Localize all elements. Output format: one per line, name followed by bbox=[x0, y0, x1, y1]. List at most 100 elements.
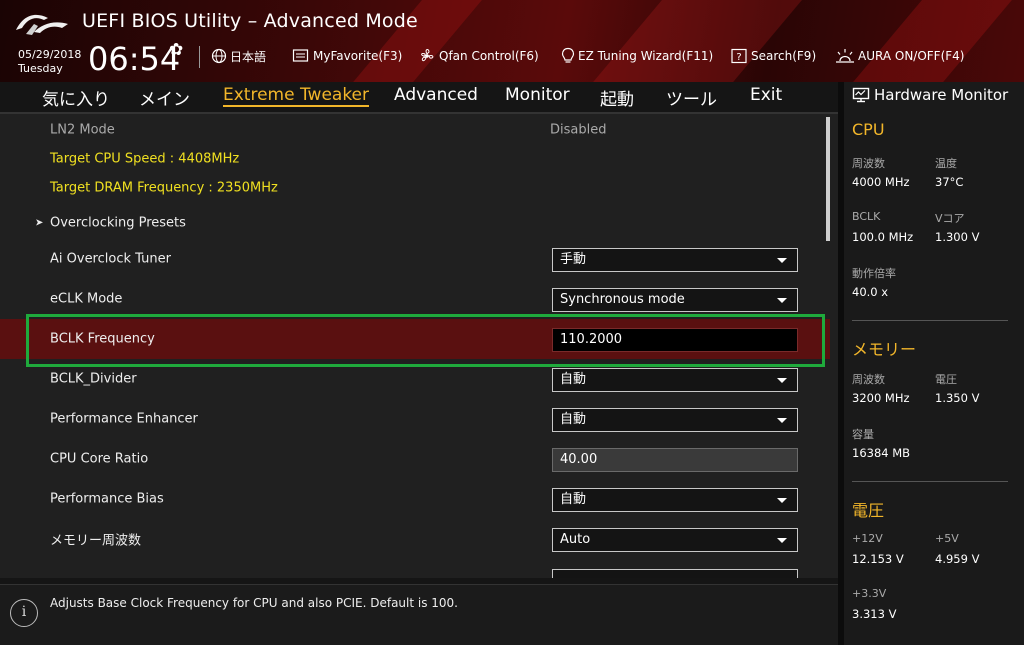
bclk-frequency-label: BCLK Frequency bbox=[50, 331, 155, 347]
app-title: UEFI BIOS Utility – Advanced Mode bbox=[82, 10, 418, 32]
performance-enhancer-label: Performance Enhancer bbox=[50, 411, 198, 427]
eclk-mode-dropdown[interactable]: Synchronous mode bbox=[552, 288, 798, 312]
target-dram-frequency-text: Target DRAM Frequency : 2350MHz bbox=[50, 180, 278, 196]
bclk-divider-label: BCLK_Divider bbox=[50, 371, 137, 387]
hw-mem-volt-value: 1.350 V bbox=[935, 391, 980, 405]
myfavorite-button[interactable]: MyFavorite(F3) bbox=[292, 46, 402, 66]
tab-favorites[interactable]: 気に入り bbox=[42, 85, 110, 110]
settings-scrollbar[interactable] bbox=[826, 117, 830, 241]
date-text: 05/29/2018 bbox=[18, 48, 82, 61]
setting-row-bclk-divider[interactable]: BCLK_Divider 自動 bbox=[0, 359, 830, 399]
header-bar: UEFI BIOS Utility – Advanced Mode 05/29/… bbox=[0, 0, 1024, 82]
search-button[interactable]: ? Search(F9) bbox=[731, 46, 816, 66]
language-button[interactable]: 日本語 bbox=[211, 46, 266, 66]
hw-cpu-freq-label: 周波数 bbox=[852, 157, 885, 170]
info-icon: i bbox=[10, 599, 38, 627]
date-display: 05/29/2018 Tuesday bbox=[18, 48, 81, 76]
myfavorite-label: MyFavorite(F3) bbox=[313, 49, 403, 63]
aura-icon bbox=[836, 49, 854, 63]
hw-cpu-bclk-label: BCLK bbox=[852, 210, 881, 223]
hw-12v-label: +12V bbox=[852, 532, 883, 545]
tab-monitor[interactable]: Monitor bbox=[505, 85, 570, 105]
hw-cpu-vcore-label: Vコア bbox=[935, 212, 965, 225]
chevron-down-icon bbox=[777, 418, 787, 423]
hw-5v-value: 4.959 V bbox=[935, 552, 980, 566]
ai-overclock-tuner-dropdown[interactable]: 手動 bbox=[552, 248, 798, 272]
memory-frequency-dropdown[interactable]: Auto bbox=[552, 528, 798, 552]
performance-bias-value: 自動 bbox=[560, 492, 587, 507]
ez-tuning-wizard-button[interactable]: EZ Tuning Wizard(F11) bbox=[561, 46, 713, 66]
gear-icon[interactable]: ✿ bbox=[169, 40, 183, 60]
memory-frequency-value: Auto bbox=[560, 532, 591, 547]
rog-logo-icon bbox=[16, 14, 68, 35]
performance-bias-dropdown[interactable]: 自動 bbox=[552, 488, 798, 512]
tab-main[interactable]: メイン bbox=[139, 85, 190, 110]
performance-enhancer-dropdown[interactable]: 自動 bbox=[552, 408, 798, 432]
hardware-monitor-title: Hardware Monitor bbox=[852, 86, 1008, 104]
cpu-core-ratio-field: 40.00 bbox=[552, 448, 798, 472]
hw-voltage-title: 電圧 bbox=[852, 501, 885, 520]
hardware-monitor-label: Hardware Monitor bbox=[874, 86, 1009, 104]
tab-exit[interactable]: Exit bbox=[750, 85, 782, 105]
qfan-control-button[interactable]: Qfan Control(F6) bbox=[418, 46, 539, 66]
hw-5v-label: +5V bbox=[935, 532, 959, 545]
next-setting-dropdown-partial bbox=[552, 569, 798, 578]
main-tabs: 気に入り メイン Extreme Tweaker Advanced Monito… bbox=[0, 82, 838, 112]
ez-tuning-label: EZ Tuning Wizard(F11) bbox=[578, 49, 714, 63]
submenu-arrow-icon: ➤ bbox=[35, 217, 44, 229]
lightbulb-icon bbox=[561, 47, 575, 63]
overclocking-presets-row[interactable]: ➤ Overclocking Presets bbox=[0, 203, 830, 243]
hw-cpu-temp-label: 温度 bbox=[935, 157, 957, 170]
cpu-core-ratio-value: 40.00 bbox=[560, 452, 598, 467]
hw-cpu-title: CPU bbox=[852, 120, 885, 139]
hw-cpu-freq-value: 4000 MHz bbox=[852, 175, 910, 189]
ln2-mode-label: LN2 Mode bbox=[50, 122, 115, 138]
chevron-down-icon bbox=[777, 498, 787, 503]
cpu-core-ratio-label: CPU Core Ratio bbox=[50, 451, 149, 467]
overclocking-presets-label: Overclocking Presets bbox=[50, 215, 186, 231]
target-cpu-speed-text: Target CPU Speed : 4408MHz bbox=[50, 151, 240, 167]
hw-mem-cap-label: 容量 bbox=[852, 428, 874, 441]
tab-extreme-tweaker[interactable]: Extreme Tweaker bbox=[223, 85, 370, 107]
hw-cpu-ratio-value: 40.0 x bbox=[852, 285, 889, 299]
favorite-icon bbox=[292, 49, 309, 62]
performance-enhancer-value: 自動 bbox=[560, 412, 587, 427]
search-label: Search(F9) bbox=[751, 49, 817, 63]
hw-memory-title: メモリー bbox=[852, 340, 917, 359]
bclk-frequency-value: 110.2000 bbox=[560, 332, 623, 347]
hw-cpu-vcore-value: 1.300 V bbox=[935, 230, 980, 244]
aura-toggle-button[interactable]: AURA ON/OFF(F4) bbox=[835, 46, 964, 66]
setting-row-eclk-mode[interactable]: eCLK Mode Synchronous mode bbox=[0, 279, 830, 319]
help-text: Adjusts Base Clock Frequency for CPU and… bbox=[50, 596, 458, 610]
language-label: 日本語 bbox=[230, 49, 267, 64]
hw-cpu-temp-value: 37°C bbox=[935, 175, 964, 189]
tab-advanced[interactable]: Advanced bbox=[394, 85, 478, 105]
bclk-divider-dropdown[interactable]: 自動 bbox=[552, 368, 798, 392]
eclk-mode-label: eCLK Mode bbox=[50, 291, 123, 307]
ln2-mode-value: Disabled bbox=[550, 122, 607, 138]
clock-time: 06:54 bbox=[88, 40, 181, 78]
setting-row-bclk-frequency[interactable]: BCLK Frequency 110.2000 bbox=[0, 319, 830, 359]
setting-row-cpu-core-ratio: CPU Core Ratio 40.00 bbox=[0, 439, 830, 479]
aura-label: AURA ON/OFF(F4) bbox=[858, 49, 965, 63]
ai-overclock-tuner-value: 手動 bbox=[560, 252, 587, 267]
question-icon: ? bbox=[731, 48, 747, 64]
target-dram-frequency-row: Target DRAM Frequency : 2350MHz bbox=[0, 168, 830, 208]
memory-frequency-label: メモリー周波数 bbox=[50, 533, 142, 549]
bclk-frequency-input[interactable]: 110.2000 bbox=[552, 328, 798, 352]
monitor-icon bbox=[852, 87, 870, 103]
header-separator bbox=[199, 46, 200, 68]
setting-row-performance-enhancer[interactable]: Performance Enhancer 自動 bbox=[0, 399, 830, 439]
qfan-label: Qfan Control(F6) bbox=[439, 49, 539, 63]
setting-row-memory-frequency[interactable]: メモリー周波数 Auto bbox=[0, 519, 830, 559]
hw-12v-value: 12.153 V bbox=[852, 552, 904, 566]
tab-boot[interactable]: 起動 bbox=[600, 85, 634, 110]
help-bar: i Adjusts Base Clock Frequency for CPU a… bbox=[0, 584, 838, 645]
hw-cpu-ratio-label: 動作倍率 bbox=[852, 267, 896, 280]
fan-icon bbox=[421, 49, 434, 62]
performance-bias-label: Performance Bias bbox=[50, 491, 164, 507]
svg-text:?: ? bbox=[736, 52, 741, 63]
setting-row-ai-overclock-tuner[interactable]: Ai Overclock Tuner 手動 bbox=[0, 239, 830, 279]
tab-tool[interactable]: ツール bbox=[666, 85, 717, 110]
setting-row-performance-bias[interactable]: Performance Bias 自動 bbox=[0, 479, 830, 519]
